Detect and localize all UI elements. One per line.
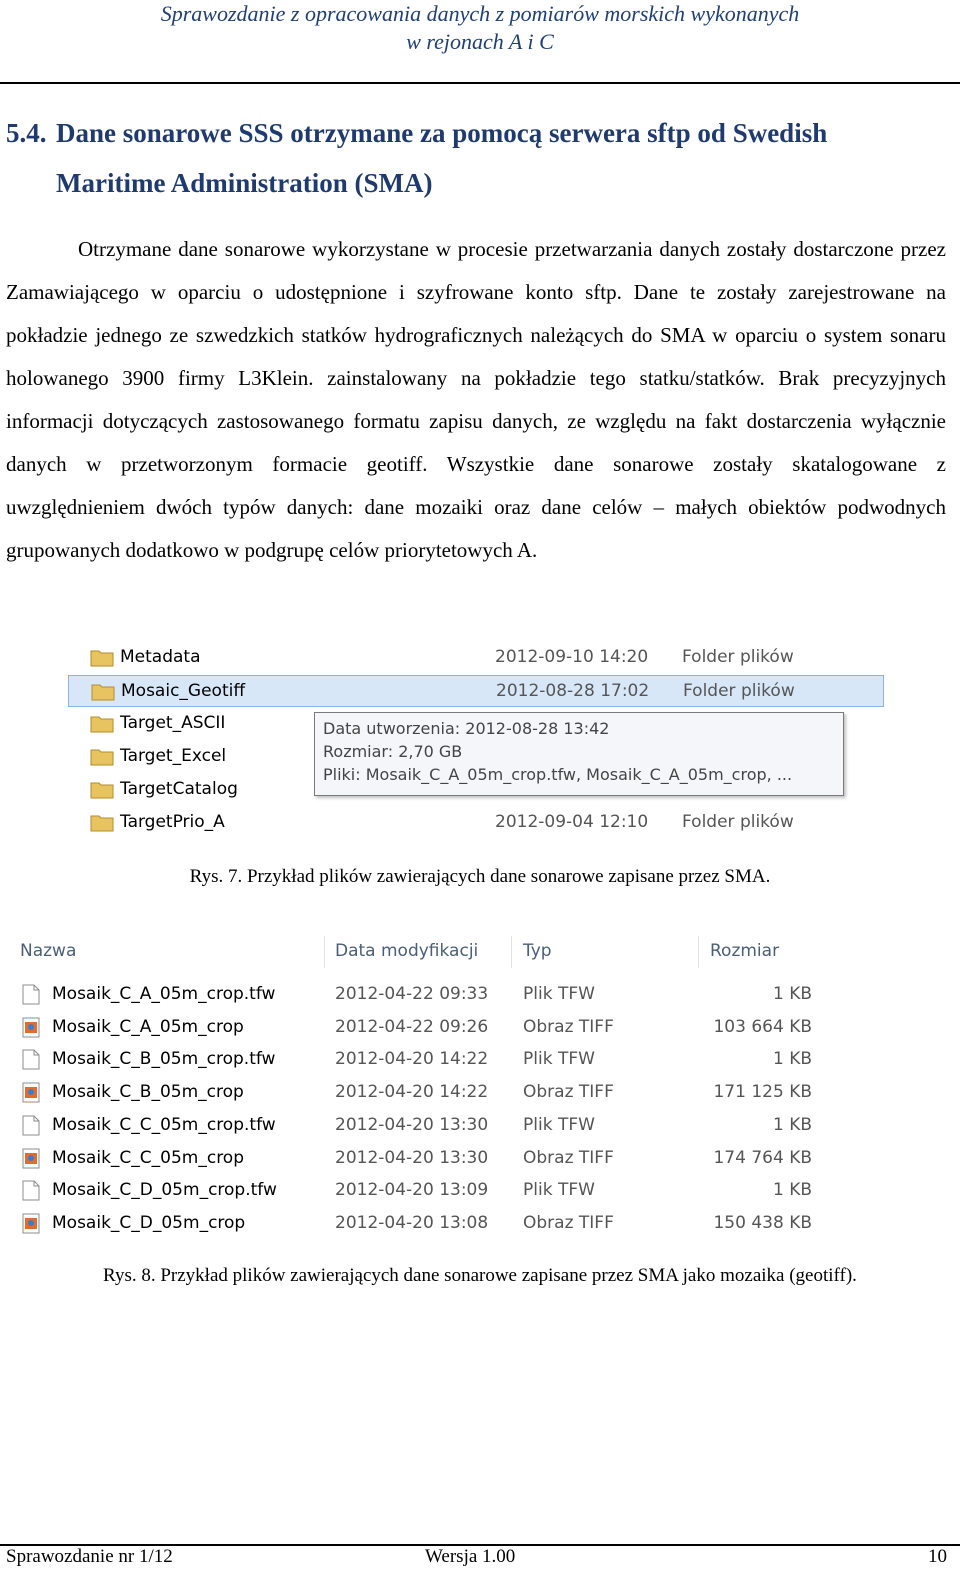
file-row[interactable]: Mosaik_C_D_05m_crop.tfw 2012-04-20 13:09 P… bbox=[6, 1174, 850, 1207]
file-type: Plik TFW bbox=[523, 1180, 595, 1201]
file-name: Mosaik_C_A_05m_crop bbox=[52, 1016, 244, 1037]
folder-date: 2012-09-10 14:20 bbox=[495, 647, 649, 667]
file-date: 2012-04-20 13:08 bbox=[335, 1212, 489, 1233]
folder-row[interactable]: TargetPrio_A 2012-09-04 12:10 Folder pli… bbox=[68, 807, 884, 839]
tooltip-size: Rozmiar: 2,70 GB bbox=[323, 742, 463, 761]
file-size: 1 KB bbox=[772, 984, 812, 1004]
file-row[interactable]: Mosaik_C_D_05m_crop 2012-04-20 13:08 Obraz… bbox=[6, 1207, 850, 1240]
section-title-line-2: Maritime Administration (SMA) bbox=[56, 168, 433, 198]
file-type: Obraz TIFF bbox=[523, 1016, 614, 1037]
section-title-line-1: Dane sonarowe SSS otrzymane za pomocą se… bbox=[56, 118, 828, 148]
folder-list-screenshot: Metadata 2012-09-10 14:20 Folder plików … bbox=[68, 640, 884, 845]
file-name: Mosaik_C_C_05m_crop.tfw bbox=[52, 1114, 276, 1135]
folder-type: Folder plików bbox=[682, 812, 794, 832]
folder-name: TargetPrio_A bbox=[120, 812, 225, 832]
column-header-date[interactable]: Data modyfikacji bbox=[335, 941, 478, 961]
footer-page-number: 10 bbox=[928, 1546, 947, 1567]
file-size: 1 KB bbox=[772, 1180, 812, 1201]
folder-row[interactable]: Metadata 2012-09-10 14:20 Folder plików bbox=[68, 642, 884, 674]
file-size: 1 KB bbox=[772, 1049, 812, 1070]
folder-tooltip: Data utworzenia: 2012-08-28 13:42 Rozmia… bbox=[314, 712, 844, 796]
file-size: 1 KB bbox=[772, 1114, 812, 1135]
file-date: 2012-04-20 13:30 bbox=[335, 1114, 489, 1135]
file-row[interactable]: Mosaik_C_B_05m_crop.tfw 2012-04-20 14:22 P… bbox=[6, 1043, 850, 1076]
folder-type: Folder plików bbox=[683, 681, 795, 701]
file-date: 2012-04-22 09:33 bbox=[335, 984, 489, 1004]
folder-row-selected[interactable]: Mosaic_Geotiff 2012-08-28 17:02 Folder p… bbox=[68, 675, 884, 707]
file-date: 2012-04-20 14:22 bbox=[335, 1049, 489, 1070]
figure-7-caption: Rys. 7. Przykład plików zawierających da… bbox=[189, 866, 771, 887]
folder-date: 2012-09-04 12:10 bbox=[495, 812, 649, 832]
file-type: Obraz TIFF bbox=[523, 1212, 614, 1233]
column-separator[interactable] bbox=[324, 936, 325, 968]
section-heading: 5.4. Dane sonarowe SSS otrzymane za pomoc… bbox=[6, 108, 946, 208]
header-divider bbox=[0, 82, 960, 84]
body-paragraph: Otrzymane dane sonarowe wykorzystane w p… bbox=[6, 228, 946, 572]
column-header-size[interactable]: Rozmiar bbox=[710, 941, 779, 961]
file-row[interactable]: Mosaik_C_A_05m_crop.tfw 2012-04-22 09:33 P… bbox=[6, 978, 850, 1011]
column-separator[interactable] bbox=[698, 936, 699, 968]
folder-icon bbox=[90, 815, 114, 832]
image-icon bbox=[22, 1017, 40, 1038]
file-size: 150 438 KB bbox=[713, 1212, 812, 1233]
folder-icon bbox=[90, 650, 114, 667]
file-type: Obraz TIFF bbox=[523, 1147, 614, 1168]
file-icon bbox=[22, 1049, 40, 1070]
file-list-screenshot: Nazwa Data modyfikacji Typ Rozmiar Mosai… bbox=[6, 934, 850, 1239]
folder-icon bbox=[90, 749, 114, 766]
file-name: Mosaik_C_D_05m_crop.tfw bbox=[52, 1180, 277, 1201]
folder-icon bbox=[90, 716, 114, 733]
file-date: 2012-04-22 09:26 bbox=[335, 1016, 489, 1037]
tooltip-files: Pliki: Mosaik_C_A_05m_crop.tfw, Mosaik_C… bbox=[323, 765, 793, 784]
file-icon bbox=[22, 1115, 40, 1136]
file-date: 2012-04-20 13:09 bbox=[335, 1180, 489, 1201]
file-size: 174 764 KB bbox=[713, 1147, 812, 1168]
folder-name: Target_Excel bbox=[120, 746, 227, 766]
file-name: Mosaik_C_B_05m_crop.tfw bbox=[52, 1049, 276, 1070]
footer-report: Sprawozdanie nr 1/12 bbox=[6, 1546, 173, 1567]
folder-date: 2012-08-28 17:02 bbox=[496, 681, 650, 701]
file-row[interactable]: Mosaik_C_C_05m_crop.tfw 2012-04-20 13:30 P… bbox=[6, 1109, 850, 1142]
file-name: Mosaik_C_C_05m_crop bbox=[52, 1147, 244, 1168]
file-date: 2012-04-20 13:30 bbox=[335, 1147, 489, 1168]
file-size: 103 664 KB bbox=[713, 1016, 812, 1037]
header-line-1: Sprawozdanie z opracowania danych z pomi… bbox=[160, 1, 800, 26]
file-type: Obraz TIFF bbox=[523, 1082, 614, 1103]
column-header-name[interactable]: Nazwa bbox=[20, 941, 76, 961]
header-line-2: w rejonach A i C bbox=[406, 29, 554, 54]
image-icon bbox=[22, 1148, 40, 1168]
folder-name: TargetCatalog bbox=[120, 779, 238, 799]
file-type: Plik TFW bbox=[523, 1114, 595, 1135]
column-separator[interactable] bbox=[511, 936, 512, 968]
folder-name: Target_ASCII bbox=[120, 713, 226, 733]
file-name: Mosaik_C_B_05m_crop bbox=[52, 1082, 244, 1103]
folder-name: Mosaic_Geotiff bbox=[121, 681, 246, 701]
figure-8-caption: Rys. 8. Przykład plików zawierających da… bbox=[103, 1265, 857, 1286]
file-row[interactable]: Mosaik_C_C_05m_crop 2012-04-20 13:30 Obraz… bbox=[6, 1142, 850, 1175]
footer-version: Wersja 1.00 bbox=[425, 1546, 516, 1567]
tooltip-created: Data utworzenia: 2012-08-28 13:42 bbox=[323, 719, 610, 738]
file-size: 171 125 KB bbox=[713, 1082, 812, 1103]
folder-name: Metadata bbox=[120, 647, 201, 667]
folder-icon bbox=[90, 782, 114, 799]
file-name: Mosaik_C_A_05m_crop.tfw bbox=[52, 984, 276, 1004]
file-row[interactable]: Mosaik_C_A_05m_crop 2012-04-22 09:26 Obraz… bbox=[6, 1011, 850, 1044]
file-type: Plik TFW bbox=[523, 984, 595, 1004]
image-icon bbox=[22, 1213, 40, 1234]
file-type: Plik TFW bbox=[523, 1049, 595, 1070]
folder-icon bbox=[91, 684, 115, 701]
paragraph-text: Otrzymane dane sonarowe wykorzystane w p… bbox=[6, 237, 946, 562]
file-icon bbox=[22, 1180, 40, 1201]
column-header-type[interactable]: Typ bbox=[523, 941, 552, 961]
section-number: 5.4. bbox=[6, 118, 47, 148]
image-icon bbox=[22, 1082, 40, 1103]
file-icon bbox=[22, 984, 40, 1005]
column-header-bar: Nazwa Data modyfikacji Typ Rozmiar bbox=[6, 934, 850, 972]
page-header: Sprawozdanie z opracowania danych z pomi… bbox=[0, 0, 960, 56]
file-row[interactable]: Mosaik_C_B_05m_crop 2012-04-20 14:22 Obraz… bbox=[6, 1076, 850, 1109]
file-name: Mosaik_C_D_05m_crop bbox=[52, 1212, 246, 1233]
folder-type: Folder plików bbox=[682, 647, 794, 667]
file-date: 2012-04-20 14:22 bbox=[335, 1082, 489, 1103]
